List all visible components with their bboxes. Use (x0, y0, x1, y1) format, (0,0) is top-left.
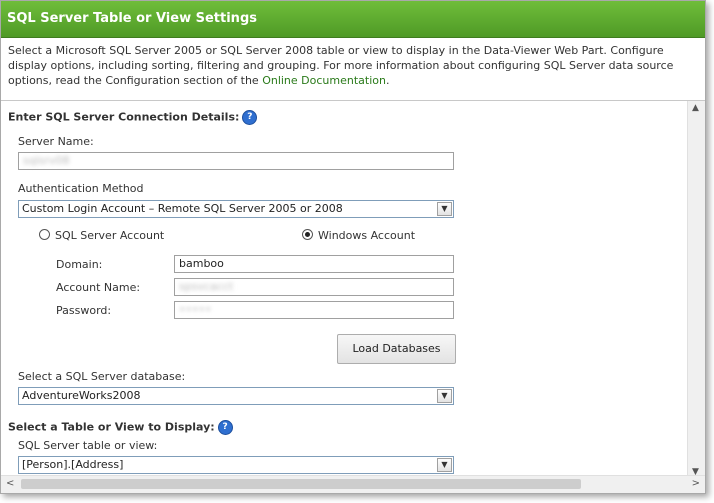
auth-method-value: Custom Login Account – Remote SQL Server… (22, 202, 343, 215)
auth-method-select[interactable]: Custom Login Account – Remote SQL Server… (18, 200, 454, 218)
connection-heading: Enter SQL Server Connection Details:? (8, 110, 258, 125)
connection-heading-text: Enter SQL Server Connection Details: (8, 110, 240, 124)
chevron-down-icon[interactable]: ▼ (437, 458, 452, 472)
panel-description: Select a Microsoft SQL Server 2005 or SQ… (8, 43, 698, 88)
password-value: ••••• (179, 303, 212, 316)
horizontal-scrollbar[interactable]: < > (1, 475, 705, 493)
domain-value: bamboo (179, 257, 224, 270)
windows-account-radio[interactable] (302, 229, 313, 240)
account-name-value: spsvcacct (179, 280, 234, 293)
account-name-field[interactable]: spsvcacct (174, 278, 454, 296)
table-view-heading: Select a Table or View to Display:? (8, 420, 233, 435)
table-view-heading-text: Select a Table or View to Display: (8, 420, 215, 434)
help-icon[interactable]: ? (242, 110, 258, 125)
sql-server-account-label[interactable]: SQL Server Account (55, 229, 164, 242)
password-label: Password: (56, 304, 112, 317)
database-value: AdventureWorks2008 (22, 389, 141, 402)
sql-server-account-radio[interactable] (39, 229, 50, 240)
password-field[interactable]: ••••• (174, 301, 454, 319)
account-name-label: Account Name: (56, 281, 141, 294)
scroll-right-icon[interactable]: > (692, 478, 700, 489)
panel-title: SQL Server Table or View Settings (7, 11, 257, 26)
server-name-field[interactable]: sqlsrv08 (18, 152, 454, 170)
vertical-scrollbar[interactable]: ▲ ▼ (687, 101, 705, 479)
table-view-label: SQL Server table or view: (18, 439, 158, 452)
table-view-value: [Person].[Address] (22, 458, 124, 471)
windows-account-label[interactable]: Windows Account (318, 229, 415, 242)
chevron-down-icon[interactable]: ▼ (437, 202, 452, 216)
load-databases-button[interactable]: Load Databases (337, 334, 456, 364)
table-view-select[interactable]: [Person].[Address] ▼ (18, 456, 454, 474)
panel-header: SQL Server Table or View Settings (1, 1, 705, 38)
database-label: Select a SQL Server database: (18, 370, 186, 383)
chevron-down-icon[interactable]: ▼ (437, 389, 452, 403)
server-name-value: sqlsrv08 (23, 154, 70, 167)
scroll-up-icon[interactable]: ▲ (692, 103, 699, 113)
scroll-left-icon[interactable]: < (6, 478, 14, 489)
online-documentation-link[interactable]: Online Documentation (262, 74, 386, 87)
auth-method-label: Authentication Method (18, 182, 144, 195)
server-name-label: Server Name: (18, 135, 94, 148)
domain-field[interactable]: bamboo (174, 255, 454, 273)
database-select[interactable]: AdventureWorks2008 ▼ (18, 387, 454, 405)
divider (1, 100, 705, 101)
domain-label: Domain: (56, 258, 103, 271)
description-end: . (385, 74, 390, 87)
help-icon[interactable]: ? (217, 420, 233, 435)
settings-panel: SQL Server Table or View Settings Select… (0, 0, 706, 494)
scrollbar-thumb[interactable] (21, 479, 581, 489)
